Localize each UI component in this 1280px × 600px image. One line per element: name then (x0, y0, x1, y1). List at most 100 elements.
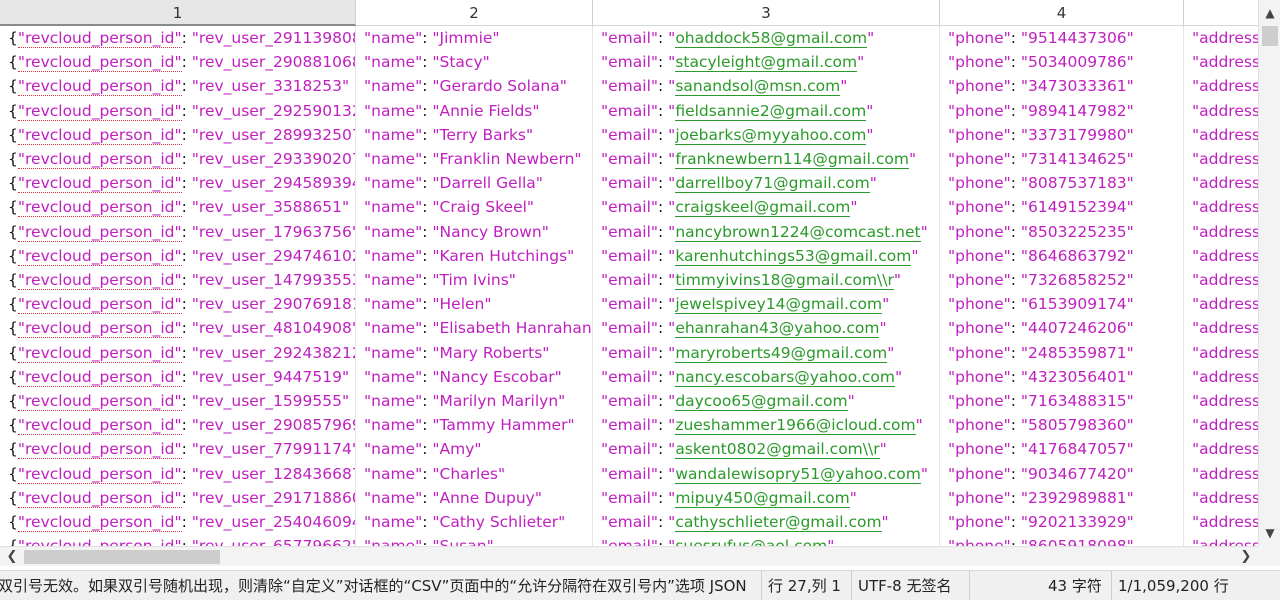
table-row[interactable]: {"revcloud_person_id": "rev_user_3318253… (0, 74, 1258, 99)
table-cell[interactable]: "phone": "7326858252" (940, 268, 1184, 293)
table-cell[interactable]: "address" (1184, 220, 1258, 244)
table-cell[interactable]: "name": "Karen Hutchings" (356, 243, 593, 268)
table-cell[interactable]: "phone": "2485359871" (940, 340, 1184, 365)
scroll-down-arrow-icon[interactable]: ▼ (1259, 524, 1280, 542)
table-cell[interactable]: "name": "Marilyn Marilyn" (356, 389, 593, 414)
table-cell[interactable]: "email": "darrellboy71@gmail.com" (593, 171, 940, 196)
table-cell[interactable]: "name": "Terry Barks" (356, 122, 593, 147)
column-header-2[interactable]: 2 (356, 0, 593, 26)
data-grid[interactable]: {"revcloud_person_id": "rev_user_2911398… (0, 26, 1258, 546)
table-cell[interactable]: {"revcloud_person_id": "rev_user_2917188… (0, 485, 356, 510)
table-cell[interactable]: "address" (1184, 147, 1258, 171)
table-row[interactable]: {"revcloud_person_id": "rev_user_2947461… (0, 243, 1258, 268)
table-cell[interactable]: "address" (1184, 244, 1258, 268)
table-cell[interactable]: "email": "stacyleight@gmail.com" (593, 50, 940, 75)
table-cell[interactable]: "email": "nancybrown1224@comcast.net" (593, 219, 940, 244)
table-cell[interactable]: {"revcloud_person_id": "rev_user_2945893… (0, 171, 356, 196)
table-cell[interactable]: "address" (1184, 462, 1258, 486)
table-cell[interactable]: "address" (1184, 437, 1258, 461)
table-row[interactable]: {"revcloud_person_id": "rev_user_6577966… (0, 534, 1258, 546)
table-cell[interactable]: "email": "mipuy450@gmail.com" (593, 485, 940, 510)
table-cell[interactable]: {"revcloud_person_id": "rev_user_1796375… (0, 219, 356, 244)
table-cell[interactable]: "address" (1184, 26, 1258, 50)
table-cell[interactable]: "phone": "3373179980" (940, 122, 1184, 147)
column-header-3[interactable]: 3 (593, 0, 940, 26)
vertical-scroll-thumb[interactable] (1262, 26, 1278, 46)
table-cell[interactable]: {"revcloud_person_id": "rev_user_1479935… (0, 268, 356, 293)
table-cell[interactable]: "name": "Darrell Gella" (356, 171, 593, 196)
table-cell[interactable]: "email": "nancy.escobars@yahoo.com" (593, 364, 940, 389)
table-cell[interactable]: "address" (1184, 534, 1258, 546)
table-cell[interactable]: "email": "zueshammer1966@icloud.com" (593, 413, 940, 438)
table-row[interactable]: {"revcloud_person_id": "rev_user_3588651… (0, 195, 1258, 220)
table-cell[interactable]: "phone": "6153909174" (940, 292, 1184, 317)
table-cell[interactable]: "name": "Elisabeth Hanrahan" (356, 316, 593, 341)
table-row[interactable]: {"revcloud_person_id": "rev_user_2924382… (0, 340, 1258, 365)
table-cell[interactable]: "phone": "9034677420" (940, 461, 1184, 486)
table-cell[interactable]: "phone": "4176847057" (940, 437, 1184, 462)
table-cell[interactable]: {"revcloud_person_id": "rev_user_3318253… (0, 74, 356, 99)
table-cell[interactable]: "phone": "8605918098" (940, 534, 1184, 546)
table-cell[interactable]: "email": "sanandsol@msn.com" (593, 74, 940, 99)
table-cell[interactable]: "name": "Craig Skeel" (356, 195, 593, 220)
table-cell[interactable]: "email": "wandalewisopry51@yahoo.com" (593, 461, 940, 486)
table-cell[interactable]: "phone": "7163488315" (940, 389, 1184, 414)
table-row[interactable]: {"revcloud_person_id": "rev_user_2540460… (0, 510, 1258, 535)
horizontal-scrollbar[interactable]: ❮ ❯ (0, 546, 1258, 566)
table-cell[interactable]: "address" (1184, 99, 1258, 123)
table-cell[interactable]: "name": "Franklin Newbern" (356, 147, 593, 172)
table-cell[interactable]: "name": "Tim Ivins" (356, 268, 593, 293)
table-cell[interactable]: "email": "fieldsannie2@gmail.com" (593, 98, 940, 123)
table-cell[interactable]: {"revcloud_person_id": "rev_user_3588651… (0, 195, 356, 220)
table-cell[interactable]: "name": "Gerardo Solana" (356, 74, 593, 99)
horizontal-scroll-thumb[interactable] (24, 550, 220, 564)
table-cell[interactable]: "address" (1184, 365, 1258, 389)
table-row[interactable]: {"revcloud_person_id": "rev_user_1284366… (0, 461, 1258, 486)
table-cell[interactable]: "phone": "8646863792" (940, 243, 1184, 268)
table-cell[interactable]: "name": "Susan" (356, 534, 593, 546)
table-cell[interactable]: "name": "Charles" (356, 461, 593, 486)
table-cell[interactable]: {"revcloud_person_id": "rev_user_2908579… (0, 413, 356, 438)
table-row[interactable]: {"revcloud_person_id": "rev_user_1796375… (0, 219, 1258, 244)
table-cell[interactable]: "address" (1184, 389, 1258, 413)
table-cell[interactable]: {"revcloud_person_id": "rev_user_6577966… (0, 534, 356, 546)
table-cell[interactable]: "email": "ehanrahan43@yahoo.com" (593, 316, 940, 341)
table-cell[interactable]: "name": "Tammy Hammer" (356, 413, 593, 438)
table-cell[interactable]: "name": "Helen" (356, 292, 593, 317)
table-cell[interactable]: "email": "ohaddock58@gmail.com" (593, 26, 940, 51)
table-cell[interactable]: "name": "Nancy Escobar" (356, 364, 593, 389)
table-row[interactable]: {"revcloud_person_id": "rev_user_2933902… (0, 147, 1258, 172)
column-header-5[interactable] (1184, 0, 1258, 26)
table-row[interactable]: {"revcloud_person_id": "rev_user_7799117… (0, 437, 1258, 462)
table-cell[interactable]: "address" (1184, 268, 1258, 292)
table-cell[interactable]: "address" (1184, 171, 1258, 195)
table-cell[interactable]: "phone": "4323056401" (940, 364, 1184, 389)
table-cell[interactable]: "name": "Cathy Schlieter" (356, 510, 593, 535)
table-row[interactable]: {"revcloud_person_id": "rev_user_4810490… (0, 316, 1258, 341)
table-row[interactable]: {"revcloud_person_id": "rev_user_2908810… (0, 50, 1258, 75)
table-row[interactable]: {"revcloud_person_id": "rev_user_2917188… (0, 485, 1258, 510)
table-cell[interactable]: "phone": "2392989881" (940, 485, 1184, 510)
table-cell[interactable]: {"revcloud_person_id": "rev_user_9447519… (0, 364, 356, 389)
table-cell[interactable]: {"revcloud_person_id": "rev_user_2911398… (0, 26, 356, 51)
table-cell[interactable]: "address" (1184, 292, 1258, 316)
table-cell[interactable]: {"revcloud_person_id": "rev_user_1599555… (0, 389, 356, 414)
table-cell[interactable]: {"revcloud_person_id": "rev_user_2947461… (0, 243, 356, 268)
column-header-4[interactable]: 4 (940, 0, 1184, 26)
table-cell[interactable]: {"revcloud_person_id": "rev_user_7799117… (0, 437, 356, 462)
table-cell[interactable]: "phone": "3473033361" (940, 74, 1184, 99)
table-row[interactable]: {"revcloud_person_id": "rev_user_9447519… (0, 364, 1258, 389)
table-cell[interactable]: "phone": "4407246206" (940, 316, 1184, 341)
table-cell[interactable]: "address" (1184, 74, 1258, 98)
table-cell[interactable]: "phone": "5034009786" (940, 50, 1184, 75)
table-cell[interactable]: "address" (1184, 486, 1258, 510)
table-cell[interactable]: "name": "Jimmie" (356, 26, 593, 51)
table-cell[interactable]: "email": "jewelspivey14@gmail.com" (593, 292, 940, 317)
table-cell[interactable]: "name": "Stacy" (356, 50, 593, 75)
table-cell[interactable]: "email": "maryroberts49@gmail.com" (593, 340, 940, 365)
table-cell[interactable]: "name": "Annie Fields" (356, 98, 593, 123)
table-row[interactable]: {"revcloud_person_id": "rev_user_2945893… (0, 171, 1258, 196)
table-cell[interactable]: {"revcloud_person_id": "rev_user_2907691… (0, 292, 356, 317)
table-cell[interactable]: "name": "Nancy Brown" (356, 219, 593, 244)
scroll-up-arrow-icon[interactable]: ▲ (1259, 4, 1280, 22)
